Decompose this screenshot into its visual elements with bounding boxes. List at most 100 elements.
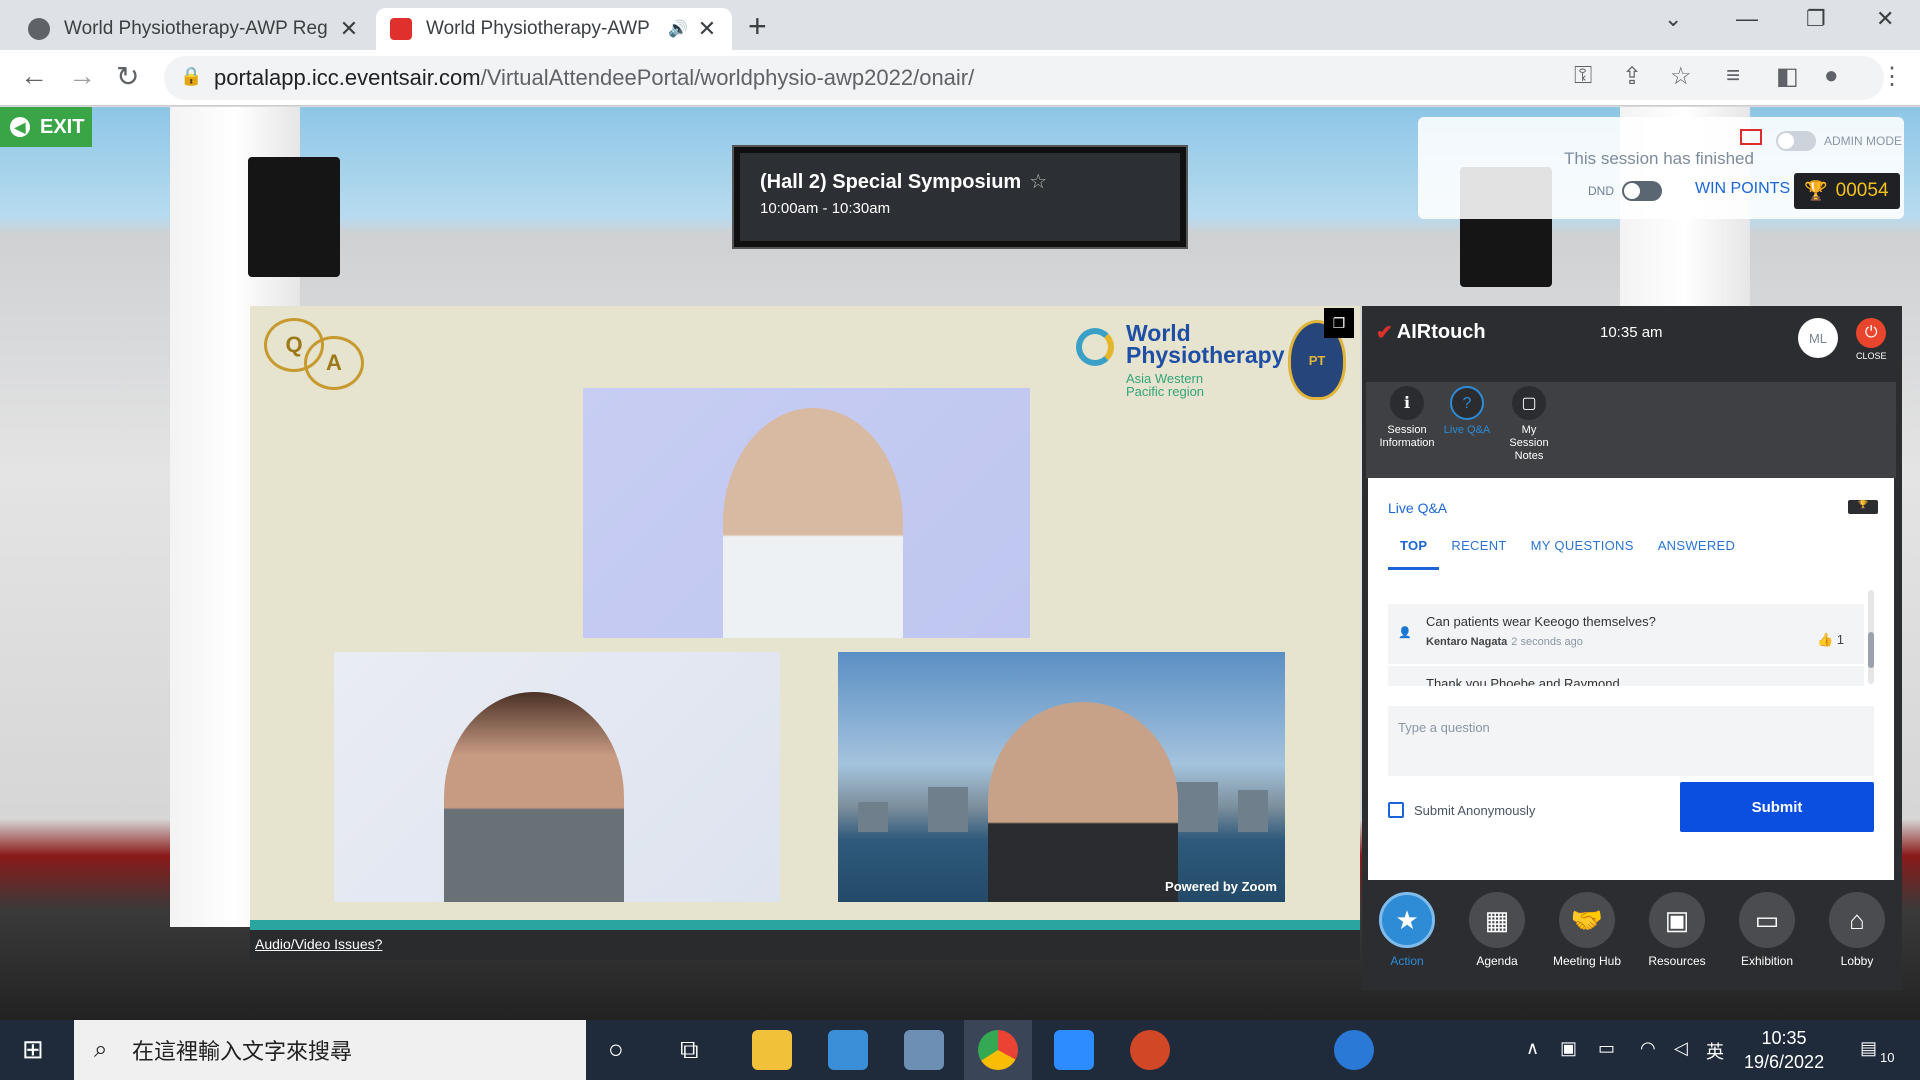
restore-icon[interactable]: ❐: [1806, 6, 1826, 32]
media-control-icon[interactable]: ≡: [1726, 62, 1740, 90]
logo-region2: Pacific region: [1126, 384, 1205, 399]
popout-icon[interactable]: ❐: [1324, 308, 1354, 338]
anonymous-label: Submit Anonymously: [1414, 802, 1536, 818]
question-list[interactable]: 👤 Can patients wear Keeogo themselves? K…: [1388, 590, 1874, 686]
tab-top[interactable]: TOP: [1388, 538, 1440, 570]
taskbar-search[interactable]: ⌕ 在這裡輸入文字來搜尋: [74, 1020, 586, 1080]
question-author: Kentaro Nagata: [1426, 636, 1508, 648]
bookmark-star-icon[interactable]: ☆: [1670, 62, 1692, 91]
nav-meeting-hub[interactable]: 🤝 Meeting Hub: [1542, 882, 1632, 990]
lock-icon[interactable]: 🔒: [180, 66, 202, 87]
file-explorer-icon[interactable]: [752, 1030, 792, 1070]
tab-my-questions[interactable]: MY QUESTIONS: [1519, 538, 1646, 570]
checkbox-icon[interactable]: [1388, 802, 1404, 818]
logo-mark-icon: [1076, 328, 1114, 366]
question-input[interactable]: [1388, 706, 1874, 776]
participant-video-tile: Powered by Zoom: [838, 652, 1285, 902]
airtouch-app-icon[interactable]: [828, 1030, 868, 1070]
av-issues-link[interactable]: Audio/Video Issues?: [255, 936, 382, 952]
airtouch-panel: ✔ AIRtouch 10:35 am ML ⏻ CLOSE ℹ Session…: [1362, 306, 1902, 990]
favorite-star-icon[interactable]: ☆: [1029, 171, 1047, 193]
points-counter: 🏆 00054: [1794, 173, 1900, 209]
admin-mode-switch[interactable]: [1776, 131, 1816, 151]
globe-icon: [28, 18, 50, 40]
nav-label: Meeting Hub: [1552, 954, 1622, 968]
tab-answered[interactable]: ANSWERED: [1646, 538, 1748, 570]
admin-mode-label: ADMIN MODE: [1824, 134, 1902, 148]
like-button[interactable]: 👍 1: [1817, 632, 1844, 648]
nav-lobby[interactable]: ⌂ Lobby: [1812, 882, 1902, 990]
back-icon[interactable]: ←: [20, 60, 48, 92]
speaker-icon[interactable]: 🔊: [668, 19, 688, 39]
video-stream[interactable]: Q A World Physiotherapy Asia Western Pacif…: [250, 306, 1360, 960]
question-text: Can patients wear Keeogo themselves?: [1426, 614, 1656, 629]
url-host: portalapp.icc.eventsair.com: [214, 65, 481, 90]
avatar[interactable]: ML: [1798, 318, 1838, 358]
wifi-icon[interactable]: ◠: [1640, 1038, 1656, 1059]
close-button[interactable]: ⏻ CLOSE: [1856, 318, 1887, 361]
share-icon[interactable]: ⇪: [1622, 62, 1642, 91]
chrome-icon[interactable]: [978, 1030, 1018, 1070]
admin-mode-toggle[interactable]: ADMIN MODE: [1776, 131, 1902, 151]
taskbar-clock[interactable]: 10:35 19/6/2022: [1744, 1026, 1824, 1074]
close-window-icon[interactable]: ✕: [1876, 6, 1894, 32]
close-tab-icon[interactable]: ✕: [696, 16, 718, 42]
win-points-link[interactable]: WIN POINTS: [1695, 180, 1790, 198]
nav-label: Exhibition: [1740, 954, 1794, 968]
participant-speaker: [723, 408, 903, 638]
session-sign: (Hall 2) Special Symposium ☆ 10:00am - 10…: [734, 147, 1186, 247]
menu-session-information[interactable]: ℹ Session Information: [1374, 386, 1440, 450]
nav-exhibition[interactable]: ▭ Exhibition: [1722, 882, 1812, 990]
new-tab-icon[interactable]: +: [748, 8, 767, 45]
dnd-toggle[interactable]: DND: [1588, 181, 1662, 201]
nav-action[interactable]: ★ Action: [1362, 882, 1452, 990]
volume-icon[interactable]: ◁: [1674, 1038, 1688, 1059]
browser-tab-portal[interactable]: World Physiotherapy-AWP 🔊 ✕: [376, 8, 732, 50]
submit-button[interactable]: Submit: [1680, 782, 1874, 832]
tray-chevron-icon[interactable]: ∧: [1526, 1038, 1539, 1059]
tray-app-icon[interactable]: ▣: [1560, 1038, 1577, 1059]
reload-icon[interactable]: ↻: [116, 60, 139, 93]
live-qa-card: Live Q&A 🏆 TOP RECENT MY QUESTIONS ANSWE…: [1368, 478, 1894, 880]
menu-my-session-notes[interactable]: ▢ My Session Notes: [1496, 386, 1562, 463]
exit-label: EXIT: [40, 115, 85, 138]
nav-agenda[interactable]: ▦ Agenda: [1452, 882, 1542, 990]
minimize-icon[interactable]: —: [1736, 6, 1758, 32]
battery-icon[interactable]: ▭: [1598, 1038, 1615, 1059]
task-view-icon[interactable]: ⧉: [680, 1034, 699, 1066]
profile-icon[interactable]: ●: [1824, 62, 1839, 90]
zoom-icon[interactable]: [1054, 1030, 1094, 1070]
participant-speaker: [988, 702, 1178, 902]
menu-label: Session: [1509, 437, 1549, 449]
question-text: Thank you Phoebe and Raymond.: [1426, 676, 1624, 686]
participant-video-tile: [334, 652, 780, 902]
browser-tab-registration[interactable]: World Physiotherapy-AWP Reg ✕: [14, 8, 374, 50]
submit-anonymously-checkbox[interactable]: Submit Anonymously: [1388, 802, 1535, 818]
close-label: CLOSE: [1856, 351, 1887, 361]
tab-search-icon[interactable]: ⌄: [1664, 6, 1682, 32]
menu-kebab-icon[interactable]: ⋮: [1880, 62, 1904, 91]
exit-button[interactable]: ◀ EXIT: [0, 107, 92, 147]
windows-start-icon[interactable]: ⊞: [22, 1034, 44, 1065]
help-icon[interactable]: [1334, 1030, 1374, 1070]
forward-icon[interactable]: →: [68, 60, 96, 92]
airtouch-time: 10:35 am: [1600, 324, 1663, 341]
notification-icon[interactable]: ▤: [1860, 1038, 1877, 1059]
tab-recent[interactable]: RECENT: [1439, 538, 1518, 570]
menu-label: My: [1521, 424, 1537, 436]
side-panel-icon[interactable]: ◧: [1776, 62, 1799, 91]
ime-indicator[interactable]: 英: [1706, 1038, 1724, 1064]
list-item: 👤 Thank you Phoebe and Raymond.: [1388, 666, 1864, 686]
qa-icon: ?: [1450, 386, 1484, 420]
question-scrollbar[interactable]: [1868, 590, 1874, 684]
nav-resources[interactable]: ▣ Resources: [1632, 882, 1722, 990]
network-app-icon[interactable]: [904, 1030, 944, 1070]
key-icon[interactable]: ⚿: [1574, 62, 1592, 90]
menu-live-qa[interactable]: ? Live Q&A: [1434, 386, 1500, 437]
taskbar-search-placeholder: 在這裡輸入文字來搜尋: [132, 1039, 353, 1064]
close-tab-icon[interactable]: ✕: [338, 16, 360, 42]
dnd-switch[interactable]: [1622, 181, 1662, 201]
powerpoint-icon[interactable]: [1130, 1030, 1170, 1070]
menu-label: Notes: [1514, 450, 1544, 462]
cortana-icon[interactable]: ○: [608, 1034, 624, 1065]
